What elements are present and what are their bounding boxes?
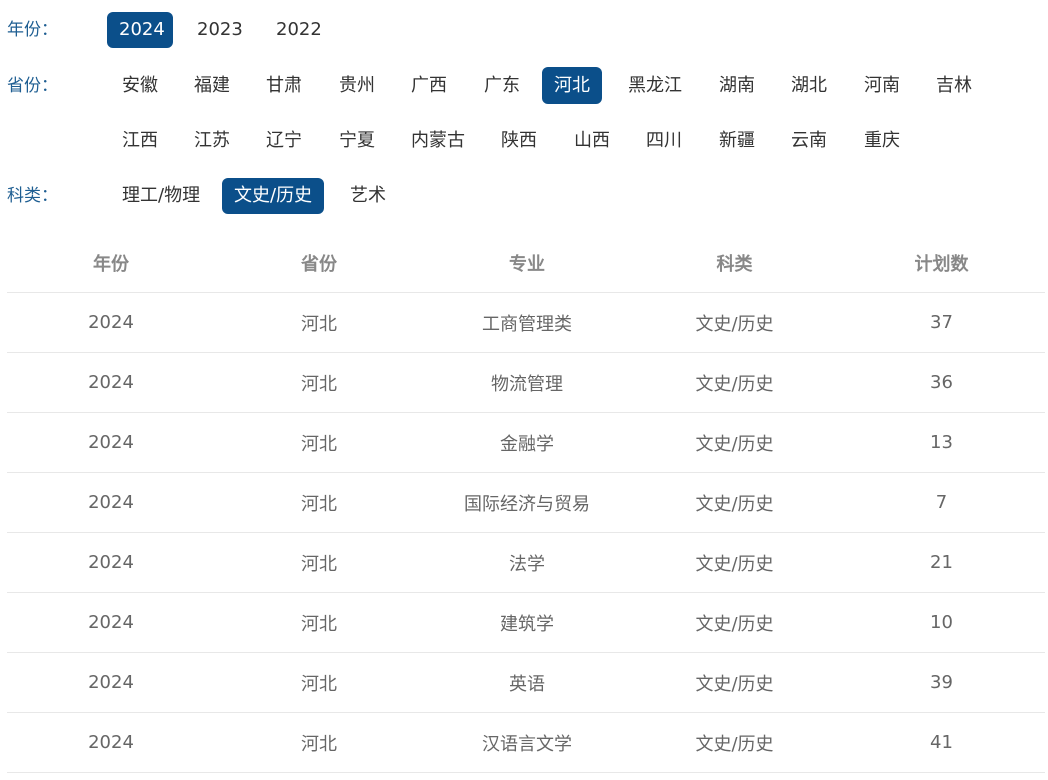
province-option-sichuan[interactable]: 四川 xyxy=(634,123,690,159)
cell-plan-count: 13 xyxy=(930,432,953,453)
table-row: 2024 河北 汉语言文学 文史/历史 41 xyxy=(7,713,1045,773)
column-header-province: 省份 xyxy=(301,254,337,275)
province-option-henan[interactable]: 河南 xyxy=(852,68,908,104)
table-row: 2024 河北 法学 文史/历史 21 xyxy=(7,533,1045,593)
province-option-gansu[interactable]: 甘肃 xyxy=(254,68,310,104)
cell-major: 金融学 xyxy=(500,433,554,455)
cell-category: 文史/历史 xyxy=(695,493,774,515)
cell-province: 河北 xyxy=(301,373,337,395)
cell-plan-count: 10 xyxy=(930,612,953,633)
year-option-2022[interactable]: 2022 xyxy=(264,12,330,48)
province-option-heilongjiang[interactable]: 黑龙江 xyxy=(616,68,692,104)
cell-year: 2024 xyxy=(88,612,134,633)
cell-year: 2024 xyxy=(88,432,134,453)
province-option-shanxi[interactable]: 山西 xyxy=(562,123,618,159)
cell-year: 2024 xyxy=(88,372,134,393)
cell-category: 文史/历史 xyxy=(695,433,774,455)
cell-year: 2024 xyxy=(88,732,134,753)
cell-province: 河北 xyxy=(301,733,337,755)
cell-province: 河北 xyxy=(301,493,337,515)
province-option-liaoning[interactable]: 辽宁 xyxy=(254,123,310,159)
column-header-category: 科类 xyxy=(716,254,753,275)
cell-major: 汉语言文学 xyxy=(482,733,572,755)
cell-province: 河北 xyxy=(301,433,337,455)
cell-province: 河北 xyxy=(301,313,337,335)
cell-category: 文史/历史 xyxy=(695,613,774,635)
province-option-hunan[interactable]: 湖南 xyxy=(707,68,763,104)
province-option-yunnan[interactable]: 云南 xyxy=(779,123,835,159)
category-filter-label: 科类： xyxy=(7,186,58,206)
cell-plan-count: 21 xyxy=(930,552,953,573)
province-option-anhui[interactable]: 安徽 xyxy=(110,68,166,104)
province-option-neimenggu[interactable]: 内蒙古 xyxy=(399,123,475,159)
cell-major: 工商管理类 xyxy=(482,313,572,335)
cell-province: 河北 xyxy=(301,673,337,695)
column-header-major: 专业 xyxy=(509,254,545,275)
province-option-hebei[interactable]: 河北 xyxy=(542,67,602,104)
cell-year: 2024 xyxy=(88,672,134,693)
province-option-xinjiang[interactable]: 新疆 xyxy=(707,123,763,159)
year-filter-label: 年份： xyxy=(7,20,58,40)
year-option-2024[interactable]: 2024 xyxy=(107,12,173,48)
cell-category: 文史/历史 xyxy=(695,673,774,695)
table-header: 年份 省份 专业 科类 计划数 xyxy=(7,234,1045,293)
cell-year: 2024 xyxy=(88,492,134,513)
province-option-hubei[interactable]: 湖北 xyxy=(779,68,835,104)
province-option-fujian[interactable]: 福建 xyxy=(182,68,238,104)
province-option-chongqing[interactable]: 重庆 xyxy=(852,123,908,159)
cell-category: 文史/历史 xyxy=(695,733,774,755)
cell-plan-count: 37 xyxy=(930,312,953,333)
column-header-year: 年份 xyxy=(93,254,129,275)
province-option-guangxi[interactable]: 广西 xyxy=(399,68,455,104)
table-row: 2024 河北 工商管理类 文史/历史 37 xyxy=(7,293,1045,353)
category-option-science[interactable]: 理工/物理 xyxy=(110,178,208,214)
cell-year: 2024 xyxy=(88,312,134,333)
cell-plan-count: 36 xyxy=(930,372,953,393)
cell-plan-count: 7 xyxy=(935,492,948,513)
table-row: 2024 河北 金融学 文史/历史 13 xyxy=(7,413,1045,473)
province-option-jiangxi[interactable]: 江西 xyxy=(110,123,166,159)
province-filter-label: 省份： xyxy=(7,76,58,96)
year-option-2023[interactable]: 2023 xyxy=(185,12,251,48)
table-row: 2024 河北 建筑学 文史/历史 10 xyxy=(7,593,1045,653)
province-option-shaanxi[interactable]: 陕西 xyxy=(489,123,545,159)
cell-province: 河北 xyxy=(301,613,337,635)
province-option-guangdong[interactable]: 广东 xyxy=(472,68,528,104)
province-option-ningxia[interactable]: 宁夏 xyxy=(327,123,383,159)
cell-category: 文史/历史 xyxy=(695,373,774,395)
cell-category: 文史/历史 xyxy=(695,553,774,575)
cell-major: 物流管理 xyxy=(491,373,563,395)
cell-year: 2024 xyxy=(88,552,134,573)
province-option-jiangsu[interactable]: 江苏 xyxy=(182,123,238,159)
cell-major: 英语 xyxy=(509,673,545,695)
table-row: 2024 河北 物流管理 文史/历史 36 xyxy=(7,353,1045,413)
enrollment-plan-table: 年份 省份 专业 科类 计划数 2024 河北 工商管理类 文史/历史 37 2… xyxy=(7,234,1045,773)
province-option-guizhou[interactable]: 贵州 xyxy=(327,68,383,104)
cell-major: 建筑学 xyxy=(500,613,554,635)
cell-major: 法学 xyxy=(509,553,545,575)
province-option-jilin[interactable]: 吉林 xyxy=(924,68,980,104)
cell-category: 文史/历史 xyxy=(695,313,774,335)
cell-plan-count: 39 xyxy=(930,672,953,693)
column-header-plan-count: 计划数 xyxy=(914,254,969,275)
category-option-art[interactable]: 艺术 xyxy=(338,178,396,214)
cell-major: 国际经济与贸易 xyxy=(464,493,590,515)
table-row: 2024 河北 英语 文史/历史 39 xyxy=(7,653,1045,713)
category-option-history[interactable]: 文史/历史 xyxy=(222,178,324,214)
cell-plan-count: 41 xyxy=(930,732,953,753)
table-row: 2024 河北 国际经济与贸易 文史/历史 7 xyxy=(7,473,1045,533)
cell-province: 河北 xyxy=(301,553,337,575)
